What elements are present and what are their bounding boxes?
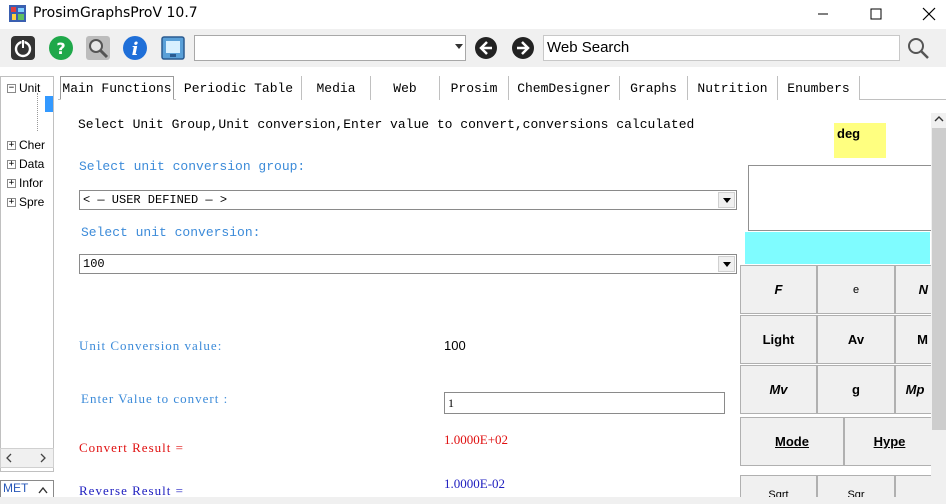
help-button[interactable]: ? — [47, 34, 75, 62]
instructions-text: Select Unit Group,Unit conversion,Enter … — [78, 117, 695, 132]
unit-conversion-select[interactable]: 100 — [79, 254, 737, 274]
back-button[interactable] — [472, 34, 500, 62]
bottom-combo-value: MET — [3, 481, 29, 495]
unit-group-select[interactable]: < — USER DEFINED — > — [79, 190, 737, 210]
scroll-left-icon — [6, 453, 12, 463]
tab-nutrition[interactable]: Nutrition — [688, 76, 778, 100]
status-strip — [0, 497, 946, 504]
group-label: Select unit conversion group: — [79, 159, 306, 174]
power-button[interactable] — [9, 34, 37, 62]
conversion-value-label: Unit Conversion value: — [79, 338, 223, 353]
key-light[interactable]: Light — [740, 315, 817, 364]
back-icon — [475, 37, 497, 59]
angle-mode-indicator: deg — [834, 123, 886, 158]
minimize-button[interactable] — [800, 0, 846, 28]
toolbar: ? i Web Search — [0, 29, 946, 67]
info-button[interactable]: i — [121, 34, 149, 62]
window-title: ProsimGraphsProV 10.7 — [33, 5, 198, 21]
key-partial-1[interactable]: N — [895, 265, 935, 314]
calculator-display — [748, 165, 938, 231]
reverse-result: 1.0000E-02 — [444, 476, 506, 491]
calculator-result-bar — [745, 232, 930, 264]
tree-connector — [37, 93, 38, 131]
title-bar: ProsimGraphsProV 10.7 — [0, 0, 946, 28]
maximize-icon — [870, 8, 882, 20]
screen-icon — [161, 36, 185, 60]
close-icon — [922, 7, 936, 21]
scroll-right-icon — [40, 453, 46, 463]
toolbar-combo[interactable] — [194, 35, 466, 61]
tab-graphs[interactable]: Graphs — [620, 76, 688, 100]
info-icon: i — [123, 36, 147, 60]
tree-item-label: Spre — [19, 195, 45, 209]
maximize-button[interactable] — [853, 0, 899, 28]
key-g[interactable]: g — [817, 365, 895, 414]
find-button[interactable] — [84, 34, 112, 62]
key-mv[interactable]: Mv — [740, 365, 817, 414]
key-partial-2[interactable]: M — [895, 315, 935, 364]
key-mode[interactable]: Mode — [740, 417, 844, 466]
conversion-label: Select unit conversion: — [81, 225, 261, 240]
web-search-button[interactable] — [904, 34, 932, 62]
tab-periodic-table[interactable]: Periodic Table — [176, 76, 302, 100]
chevron-up-icon — [934, 116, 944, 122]
expand-icon[interactable]: + — [7, 197, 16, 207]
unit-conversion-value: 100 — [83, 257, 105, 271]
tree-horizontal-scrollbar[interactable] — [0, 448, 54, 468]
key-e[interactable]: e — [817, 265, 895, 314]
value-input[interactable]: 1 — [444, 392, 725, 414]
tree-item-label: Cher — [19, 138, 46, 152]
key-hype[interactable]: Hype — [844, 417, 935, 466]
tree-item-chem[interactable]: + Cher — [7, 138, 45, 152]
tree-selected-child[interactable] — [45, 96, 53, 112]
tab-bar: Main Functions Periodic Table Media Web … — [58, 76, 946, 100]
minimize-icon — [818, 13, 828, 15]
tab-prosim[interactable]: Prosim — [440, 76, 509, 100]
svg-text:i: i — [132, 39, 139, 60]
tree-item-info[interactable]: + Infor — [7, 176, 43, 190]
expand-icon[interactable]: + — [7, 178, 16, 188]
tab-chemdesigner[interactable]: ChemDesigner — [509, 76, 620, 100]
tab-web[interactable]: Web — [371, 76, 440, 100]
forward-button[interactable] — [509, 34, 537, 62]
vertical-scrollbar-thumb[interactable] — [932, 128, 946, 430]
chevron-down-icon[interactable] — [455, 44, 463, 49]
power-icon — [11, 36, 35, 60]
key-F[interactable]: F — [740, 265, 817, 314]
forward-icon — [512, 37, 534, 59]
key-mp[interactable]: Mp — [895, 365, 935, 414]
close-button[interactable] — [906, 0, 946, 28]
tree-item-label: Data — [19, 157, 45, 171]
tab-main-functions[interactable]: Main Functions — [60, 76, 174, 100]
convert-result-label: Convert Result = — [79, 440, 184, 455]
chevron-down-icon[interactable] — [718, 192, 735, 208]
app-icon — [9, 5, 26, 22]
tab-media[interactable]: Media — [302, 76, 371, 100]
help-icon: ? — [49, 36, 73, 60]
tree-item-data[interactable]: + Data — [7, 157, 44, 171]
web-search-input[interactable]: Web Search — [543, 35, 900, 61]
key-av[interactable]: Av — [817, 315, 895, 364]
magnifier-icon — [908, 38, 929, 59]
chevron-down-icon[interactable] — [718, 256, 735, 272]
expand-icon[interactable]: + — [7, 159, 16, 169]
chevron-up-icon[interactable] — [37, 485, 49, 495]
scroll-up-button[interactable] — [932, 112, 946, 126]
enter-value-label: Enter Value to convert : — [81, 391, 229, 406]
conversion-value: 100 — [444, 338, 466, 353]
collapse-icon[interactable]: − — [7, 83, 16, 93]
tab-enumbers[interactable]: Enumbers — [778, 76, 860, 100]
search-icon — [86, 36, 110, 60]
tree-item-unit[interactable]: − Unit — [7, 81, 40, 95]
svg-text:?: ? — [56, 39, 65, 58]
tree-item-spreadsheet[interactable]: + Spre — [7, 195, 44, 209]
convert-result: 1.0000E+02 — [444, 432, 509, 447]
unit-group-value: < — USER DEFINED — > — [83, 193, 228, 207]
screen-button[interactable] — [159, 34, 187, 62]
navigation-tree[interactable]: − Unit + Cher + Data + Infor + Spre — [0, 76, 54, 472]
expand-icon[interactable]: + — [7, 140, 16, 150]
tree-item-label: Infor — [19, 176, 44, 190]
bottom-combo[interactable]: MET — [0, 480, 54, 498]
